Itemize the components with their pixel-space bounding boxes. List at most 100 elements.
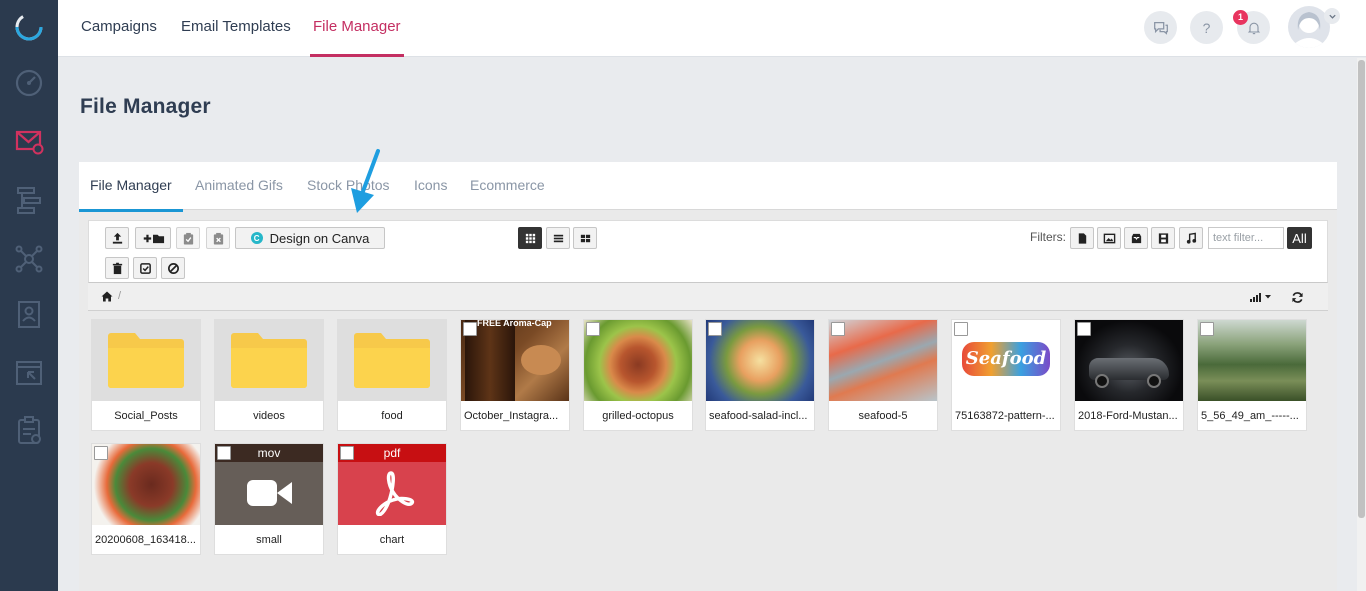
folder-icon [231, 333, 307, 388]
file-type-label: pdf [338, 444, 446, 462]
select-checkbox[interactable] [1200, 322, 1214, 336]
file-name: seafood-salad-incl... [709, 410, 808, 422]
image-tile[interactable]: 2018-Ford-Mustan... [1074, 319, 1184, 431]
select-checkbox[interactable] [708, 322, 722, 336]
view-grid-large-button[interactable] [518, 227, 542, 249]
landing-pages-icon[interactable] [11, 355, 47, 391]
folder-tile[interactable]: food [337, 319, 447, 431]
subtab-file-manager[interactable]: File Manager [79, 162, 183, 212]
image-tile[interactable]: FREE Aroma-Cap October_Instagra... [460, 319, 570, 431]
select-checkbox[interactable] [340, 446, 354, 460]
nav-tab-email-templates[interactable]: Email Templates [181, 0, 291, 57]
folder-icon [108, 333, 184, 388]
sort-menu-icon[interactable] [1249, 292, 1273, 302]
email-campaigns-icon[interactable] [11, 123, 47, 159]
nav-tab-campaigns[interactable]: Campaigns [81, 0, 157, 57]
subtab-animated-gifs[interactable]: Animated Gifs [195, 162, 283, 210]
subtabs: File Manager Animated Gifs Stock Photos … [79, 162, 1337, 212]
folder-thumb [92, 320, 200, 401]
account-menu-toggle[interactable] [1324, 8, 1340, 24]
select-checkbox[interactable] [831, 322, 845, 336]
home-icon[interactable] [101, 291, 113, 302]
page-scrollbar[interactable] [1357, 58, 1366, 591]
file-name: 75163872-pattern-... [955, 410, 1055, 422]
subtab-ecommerce[interactable]: Ecommerce [470, 162, 545, 210]
app-logo-icon[interactable] [11, 9, 47, 45]
sidebar [0, 0, 58, 591]
forms-clipboard-icon[interactable] [11, 412, 47, 448]
image-thumb [92, 444, 200, 525]
add-folder-icon [143, 234, 165, 243]
pdf-acrobat-icon [375, 471, 415, 516]
image-tile[interactable]: seafood-salad-incl... [705, 319, 815, 431]
paste-button[interactable] [176, 227, 200, 249]
chevron-down-icon [1328, 14, 1336, 19]
select-checkbox[interactable] [217, 446, 231, 460]
image-tile[interactable]: seafood-5 [828, 319, 938, 431]
clear-clipboard-button[interactable] [206, 227, 230, 249]
file-icon [1078, 232, 1086, 244]
video-camera-icon [247, 480, 292, 506]
workflow-icon[interactable] [11, 182, 47, 218]
network-integrations-icon[interactable] [11, 241, 47, 277]
scrollbar-thumb[interactable] [1358, 60, 1365, 518]
filter-audio-button[interactable] [1179, 227, 1203, 249]
design-on-canva-button[interactable]: C Design on Canva [235, 227, 385, 249]
bell-icon [1247, 22, 1260, 34]
file-manager-panel: File Manager Animated Gifs Stock Photos … [79, 162, 1337, 591]
file-name: small [256, 534, 282, 546]
notification-badge: 1 [1233, 10, 1248, 25]
view-grid-small-button[interactable] [573, 227, 597, 249]
thumb-overlay-text: FREE Aroma-Cap [477, 320, 552, 328]
folder-tile[interactable]: videos [214, 319, 324, 431]
help-button[interactable]: ? [1190, 11, 1223, 44]
select-all-button[interactable] [133, 257, 157, 279]
delete-button[interactable] [105, 257, 129, 279]
canva-label: Design on Canva [269, 230, 370, 246]
video-thumb: mov [215, 444, 323, 525]
filter-archives-button[interactable] [1124, 227, 1148, 249]
pdf-tile[interactable]: pdf chart [337, 443, 447, 555]
file-name: 2018-Ford-Mustan... [1078, 410, 1178, 422]
file-name: seafood-5 [858, 410, 908, 422]
film-icon [1158, 232, 1168, 244]
folder-icon [354, 333, 430, 388]
chat-button[interactable] [1144, 11, 1177, 44]
select-checkbox[interactable] [94, 446, 108, 460]
text-filter-input[interactable] [1208, 227, 1284, 249]
filter-documents-button[interactable] [1070, 227, 1094, 249]
select-checkbox[interactable] [954, 322, 968, 336]
check-square-icon [139, 262, 151, 274]
view-list-button[interactable] [546, 227, 570, 249]
video-tile[interactable]: mov small [214, 443, 324, 555]
contacts-icon[interactable] [11, 296, 47, 332]
image-tile[interactable]: 20200608_163418... [91, 443, 201, 555]
pdf-thumb: pdf [338, 444, 446, 525]
select-checkbox[interactable] [1077, 322, 1091, 336]
filter-all-button[interactable]: All [1287, 227, 1312, 249]
dashboard-gauge-icon[interactable] [11, 64, 47, 100]
nav-tab-file-manager[interactable]: File Manager [310, 0, 404, 57]
subtab-icons[interactable]: Icons [414, 162, 447, 210]
breadcrumb-separator: / [118, 290, 122, 302]
grid-small-icon [580, 234, 590, 242]
refresh-icon[interactable] [1291, 291, 1304, 304]
file-name: 5_56_49_am_-----... [1201, 410, 1299, 422]
help-icon: ? [1202, 19, 1211, 36]
select-checkbox[interactable] [463, 322, 477, 336]
deselect-button[interactable] [161, 257, 185, 279]
upload-button[interactable] [105, 227, 129, 249]
select-checkbox[interactable] [586, 322, 600, 336]
annotation-arrow-icon [351, 149, 380, 213]
new-folder-button[interactable] [135, 227, 171, 249]
image-tile[interactable]: Seafood 75163872-pattern-... [951, 319, 1061, 431]
folder-tile[interactable]: Social_Posts [91, 319, 201, 431]
image-tile[interactable]: grilled-octopus [583, 319, 693, 431]
filter-videos-button[interactable] [1151, 227, 1175, 249]
thumb-overlay-text: Seafood [965, 348, 1047, 369]
filter-images-button[interactable] [1097, 227, 1121, 249]
image-tile[interactable]: 5_56_49_am_-----... [1197, 319, 1307, 431]
file-name: chart [379, 534, 405, 546]
file-name: food [381, 410, 403, 422]
image-thumb [1198, 320, 1306, 401]
